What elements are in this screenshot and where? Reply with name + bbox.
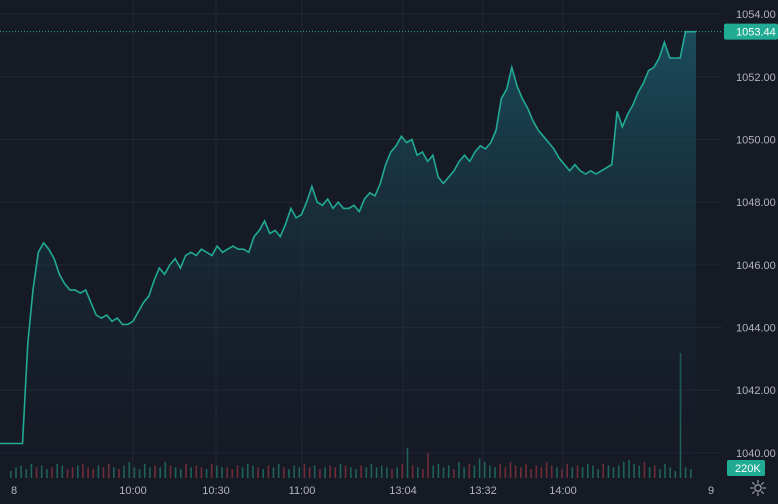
- last-price-badge: 1053.44: [724, 23, 778, 40]
- y-tick-label: 1046.00: [736, 260, 776, 272]
- y-tick-label: 1054.00: [736, 9, 776, 21]
- y-tick-label: 1050.00: [736, 134, 776, 146]
- x-tick-label: 10:30: [202, 485, 230, 497]
- price-chart[interactable]: 1040.00 1042.00 1044.00 1046.00 1048.00 1050.…: [0, 0, 778, 504]
- x-tick-label: 13:04: [389, 485, 417, 497]
- price-area: [0, 31, 696, 478]
- time-axis[interactable]: 8 10:00 10:30 11:00 13:04 13:32 14:00 9: [11, 485, 714, 497]
- y-tick-label: 1048.00: [736, 197, 776, 209]
- y-tick-label: 1044.00: [736, 323, 776, 335]
- x-tick-label: 8: [11, 485, 17, 497]
- y-tick-label: 1042.00: [736, 385, 776, 397]
- y-tick-label: 1040.00: [736, 448, 776, 460]
- volume-label: 220K: [735, 463, 761, 475]
- x-tick-label: 11:00: [289, 485, 316, 497]
- last-price-label: 1053.44: [736, 27, 776, 39]
- x-tick-label: 10:00: [119, 485, 147, 497]
- settings-icon[interactable]: [748, 478, 768, 498]
- x-tick-label: 13:32: [469, 485, 497, 497]
- x-tick-label: 14:00: [549, 485, 577, 497]
- y-tick-label: 1052.00: [736, 72, 776, 84]
- x-tick-label: 9: [708, 485, 714, 497]
- volume-badge: 220K: [727, 460, 765, 476]
- price-axis[interactable]: 1040.00 1042.00 1044.00 1046.00 1048.00 1050.…: [736, 9, 776, 460]
